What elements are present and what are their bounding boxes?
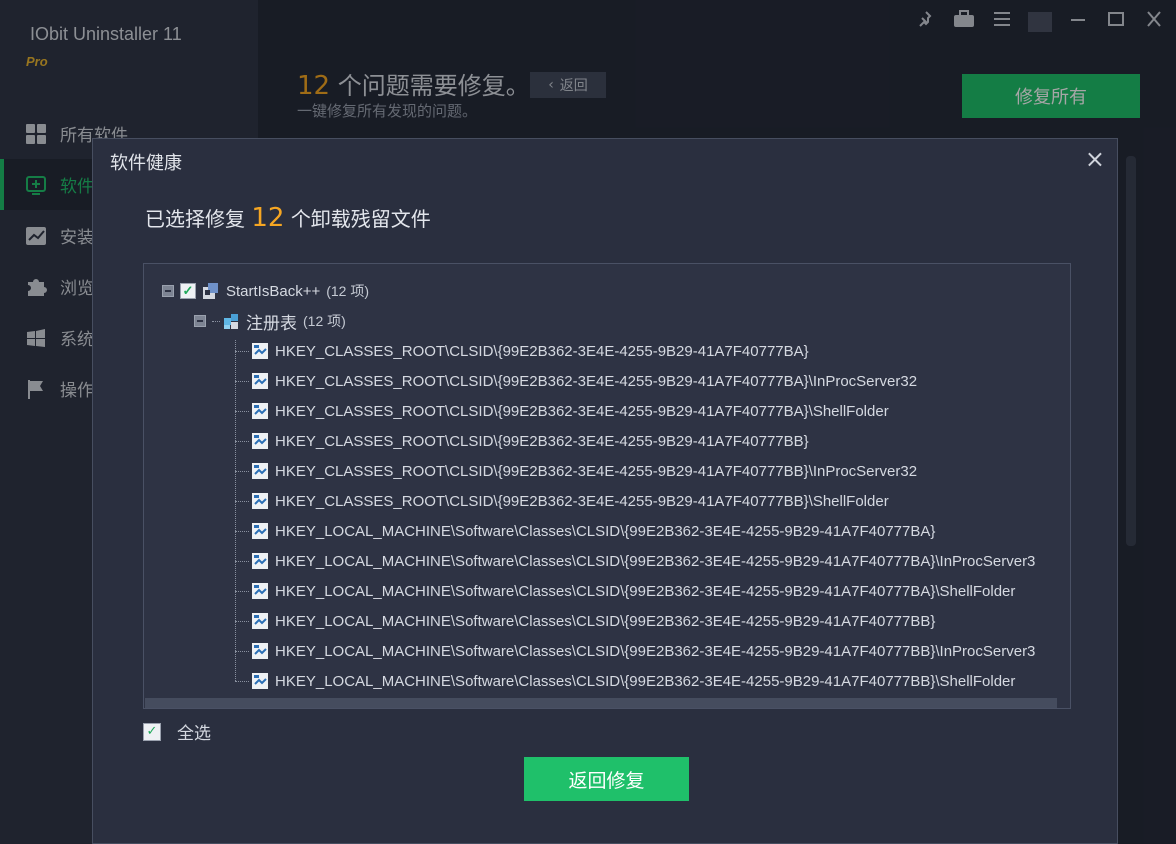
root-checkbox[interactable]: ✓ — [180, 283, 196, 299]
registry-key-icon — [251, 672, 269, 690]
registry-item[interactable]: HKEY_CLASSES_ROOT\CLSID\{99E2B362-3E4E-4… — [235, 489, 889, 513]
registry-item-label: HKEY_CLASSES_ROOT\CLSID\{99E2B362-3E4E-4… — [275, 432, 809, 450]
collapse-toggle[interactable] — [194, 315, 206, 327]
tree-dots — [235, 470, 249, 472]
software-health-dialog: 软件健康 × 已选择修复 12 个卸载残留文件 ✓ StartIsBack++ … — [92, 138, 1118, 844]
registry-item[interactable]: HKEY_LOCAL_MACHINE\Software\Classes\CLSI… — [235, 579, 1015, 603]
registry-key-icon — [251, 552, 269, 570]
registry-item-label: HKEY_CLASSES_ROOT\CLSID\{99E2B362-3E4E-4… — [275, 492, 889, 510]
tree-group-row[interactable]: 注册表 (12 项) — [194, 309, 346, 333]
registry-item[interactable]: HKEY_CLASSES_ROOT\CLSID\{99E2B362-3E4E-4… — [235, 369, 917, 393]
registry-item-label: HKEY_LOCAL_MACHINE\Software\Classes\CLSI… — [275, 612, 936, 630]
dialog-heading: 已选择修复 12 个卸载残留文件 — [145, 203, 431, 233]
tree-dots — [212, 320, 220, 322]
registry-key-icon — [251, 342, 269, 360]
dialog-close-button[interactable]: × — [1085, 145, 1105, 173]
back-to-fix-button[interactable]: 返回修复 — [524, 757, 689, 801]
tree-dots — [235, 410, 249, 412]
leftover-tree: ✓ StartIsBack++ (12 项) 注册表 (12 项) HKEY_C… — [143, 263, 1071, 709]
registry-item-label: HKEY_LOCAL_MACHINE\Software\Classes\CLSI… — [275, 522, 936, 540]
registry-item[interactable]: HKEY_CLASSES_ROOT\CLSID\{99E2B362-3E4E-4… — [235, 459, 917, 483]
registry-item-label: HKEY_LOCAL_MACHINE\Software\Classes\CLSI… — [275, 582, 1016, 600]
registry-key-icon — [251, 432, 269, 450]
root-label: StartIsBack++ — [226, 282, 321, 300]
select-all-control[interactable]: ✓ 全选 — [143, 719, 211, 744]
registry-item-label: HKEY_CLASSES_ROOT\CLSID\{99E2B362-3E4E-4… — [275, 342, 809, 360]
tree-dots — [235, 650, 249, 652]
registry-key-icon — [251, 462, 269, 480]
registry-item-label: HKEY_LOCAL_MACHINE\Software\Classes\CLSI… — [275, 552, 1036, 570]
registry-item[interactable]: HKEY_LOCAL_MACHINE\Software\Classes\CLSI… — [235, 549, 1035, 573]
registry-item-label: HKEY_CLASSES_ROOT\CLSID\{99E2B362-3E4E-4… — [275, 462, 918, 480]
root-count: (12 项) — [326, 283, 370, 299]
registry-item[interactable]: HKEY_LOCAL_MACHINE\Software\Classes\CLSI… — [235, 519, 935, 543]
registry-item[interactable]: HKEY_CLASSES_ROOT\CLSID\{99E2B362-3E4E-4… — [235, 429, 809, 453]
registry-item[interactable]: HKEY_LOCAL_MACHINE\Software\Classes\CLSI… — [235, 639, 1035, 663]
collapse-toggle[interactable] — [162, 285, 174, 297]
tree-dots — [235, 380, 249, 382]
group-label: 注册表 — [246, 313, 297, 333]
tree-dots — [235, 560, 249, 562]
registry-key-icon — [251, 372, 269, 390]
registry-item[interactable]: HKEY_LOCAL_MACHINE\Software\Classes\CLSI… — [235, 609, 935, 633]
tree-dots — [235, 350, 249, 352]
registry-item[interactable]: HKEY_CLASSES_ROOT\CLSID\{99E2B362-3E4E-4… — [235, 339, 809, 363]
registry-key-icon — [251, 642, 269, 660]
tree-dots — [235, 620, 249, 622]
group-count: (12 项) — [303, 313, 346, 329]
registry-item[interactable]: HKEY_LOCAL_MACHINE\Software\Classes\CLSI… — [235, 669, 1015, 693]
program-icon — [202, 282, 220, 300]
tree-dots — [235, 530, 249, 532]
tree-horizontal-scrollbar[interactable] — [145, 698, 1057, 708]
tree-dots — [235, 440, 249, 442]
select-all-label: 全选 — [177, 724, 211, 744]
tree-root-row[interactable]: ✓ StartIsBack++ (12 项) — [162, 279, 369, 303]
dialog-title: 软件健康 — [110, 153, 182, 174]
heading-prefix: 已选择修复 — [145, 207, 245, 231]
heading-count: 12 — [251, 203, 285, 233]
registry-item-label: HKEY_CLASSES_ROOT\CLSID\{99E2B362-3E4E-4… — [275, 372, 918, 390]
registry-item[interactable]: HKEY_CLASSES_ROOT\CLSID\{99E2B362-3E4E-4… — [235, 399, 889, 423]
registry-key-icon — [251, 582, 269, 600]
registry-key-icon — [251, 402, 269, 420]
registry-key-icon — [251, 522, 269, 540]
heading-suffix: 个卸载残留文件 — [290, 207, 431, 231]
tree-dots — [235, 500, 249, 502]
registry-item-label: HKEY_LOCAL_MACHINE\Software\Classes\CLSI… — [275, 672, 1016, 690]
registry-key-icon — [251, 492, 269, 510]
tree-dots — [235, 680, 249, 682]
registry-key-icon — [251, 612, 269, 630]
select-all-checkbox[interactable]: ✓ — [143, 722, 161, 741]
registry-item-label: HKEY_LOCAL_MACHINE\Software\Classes\CLSI… — [275, 642, 1036, 660]
registry-editor-icon — [222, 312, 240, 330]
tree-dots — [235, 590, 249, 592]
registry-item-label: HKEY_CLASSES_ROOT\CLSID\{99E2B362-3E4E-4… — [275, 402, 889, 420]
